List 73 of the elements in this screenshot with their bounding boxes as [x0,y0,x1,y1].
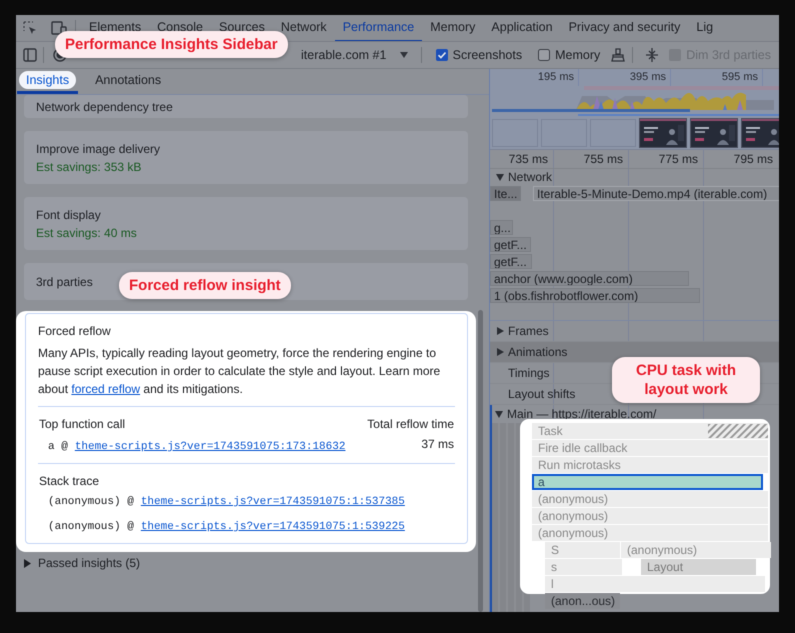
track-title[interactable]: Frames [508,324,549,338]
callout-label: CPU task with layout work [612,357,760,403]
flame-entry[interactable]: S [545,542,620,558]
column-heading: Total reflow time [367,416,454,433]
expand-arrow-icon[interactable] [23,558,31,568]
section-heading: Stack trace [38,473,100,490]
reflow-time: 37 ms [421,436,454,453]
docs-link[interactable]: forced reflow [71,382,140,396]
callout-label: Forced reflow insight [119,272,291,299]
checkbox[interactable] [436,49,448,61]
track-title[interactable]: Main — https://iterable.com/ [507,407,656,421]
function-name: a @ [48,441,68,453]
insight-title: Forced reflow [38,323,112,340]
track-title[interactable]: Timings [508,366,550,380]
insight-title: Font display [36,206,101,224]
panel-tab[interactable]: Application [483,15,561,41]
expand-arrow-icon[interactable] [495,410,503,418]
checkbox-label: Screenshots [452,48,522,62]
scrollbar-thumb[interactable] [478,310,483,612]
time-tick: 795 ms [732,151,774,168]
section-toggle[interactable]: Passed insights (5) [38,556,140,570]
insight-card[interactable]: Improve image delivery Est savings: 353 kB [24,131,468,184]
flame-entry[interactable]: (anonymous) [621,542,771,558]
function-name: (anonymous) @ [48,496,134,508]
checkbox-label: Memory [555,48,600,62]
panel-tab[interactable]: Memory [422,15,484,41]
insight-title: Improve image delivery [36,140,160,158]
flame-entry[interactable]: a [532,474,763,490]
time-tick: 775 ms [658,151,699,168]
sidebar-toggle-icon[interactable] [23,48,37,62]
insight-title: 3rd parties [36,274,93,290]
savings-text: Est savings: 40 ms [36,224,137,242]
caret-icon [398,51,409,59]
network-request-bar[interactable]: Ite... [490,186,521,201]
broom-icon[interactable] [610,48,626,62]
flame-entry[interactable]: l [545,576,765,592]
callout-label: Performance Insights Sidebar [55,31,288,58]
source-link[interactable]: theme-scripts.js?ver=1743591075:173:18632 [74,441,346,453]
sidebar-tab[interactable]: Annotations [86,69,170,94]
recording-select[interactable]: iterable.com #1 [301,48,413,62]
source-link[interactable]: theme-scripts.js?ver=1743591075:1:539225 [140,521,405,533]
collapse-tracks-icon[interactable] [645,47,660,63]
flame-entry[interactable]: (anonymous) [532,525,768,541]
expand-arrow-icon[interactable] [496,327,504,335]
expand-arrow-icon[interactable] [496,173,504,181]
insight-card[interactable]: Network dependency tree [24,95,468,118]
flame-entry[interactable]: (anonymous) [532,491,768,507]
expand-arrow-icon[interactable] [496,348,504,356]
panel-tab[interactable]: Lig [688,15,722,41]
time-tick: 735 ms [508,151,549,168]
inspect-icon[interactable] [23,21,37,35]
flame-entry[interactable]: Run microtasks [532,457,768,473]
time-tick: 755 ms [582,151,624,168]
insight-title: Network dependency tree [36,98,173,116]
savings-text: Est savings: 353 kB [36,158,142,176]
insight-description: Many APIs, typically reading layout geometry, force the rendering engine to pause script execution in order to calculate the style and layout. Learn more about forced reflow and its mitigations. [38,345,442,398]
long-task-hatch-icon [708,424,768,438]
checkbox[interactable] [538,49,550,61]
flame-entry[interactable]: Fire idle callback [532,440,768,456]
column-heading: Top function call [39,416,126,433]
flame-entry[interactable]: (anon...ous) [545,593,620,609]
source-link[interactable]: theme-scripts.js?ver=1743591075:1:537385 [140,496,405,508]
time-tick: 195 ms [490,69,579,86]
track-title[interactable]: Layout shifts [508,387,576,401]
flame-entry[interactable]: Layout [641,559,756,575]
track-title[interactable]: Animations [508,345,568,359]
flame-entry[interactable]: Task [532,423,768,439]
track-title[interactable]: Network [508,170,552,184]
function-name: (anonymous) @ [48,521,134,533]
flame-entry[interactable]: s [545,559,622,575]
flame-entry[interactable]: (anonymous) [532,508,768,524]
insight-card[interactable]: Font display Est savings: 40 ms [24,197,468,250]
panel-tab[interactable]: Privacy and security [560,15,688,41]
